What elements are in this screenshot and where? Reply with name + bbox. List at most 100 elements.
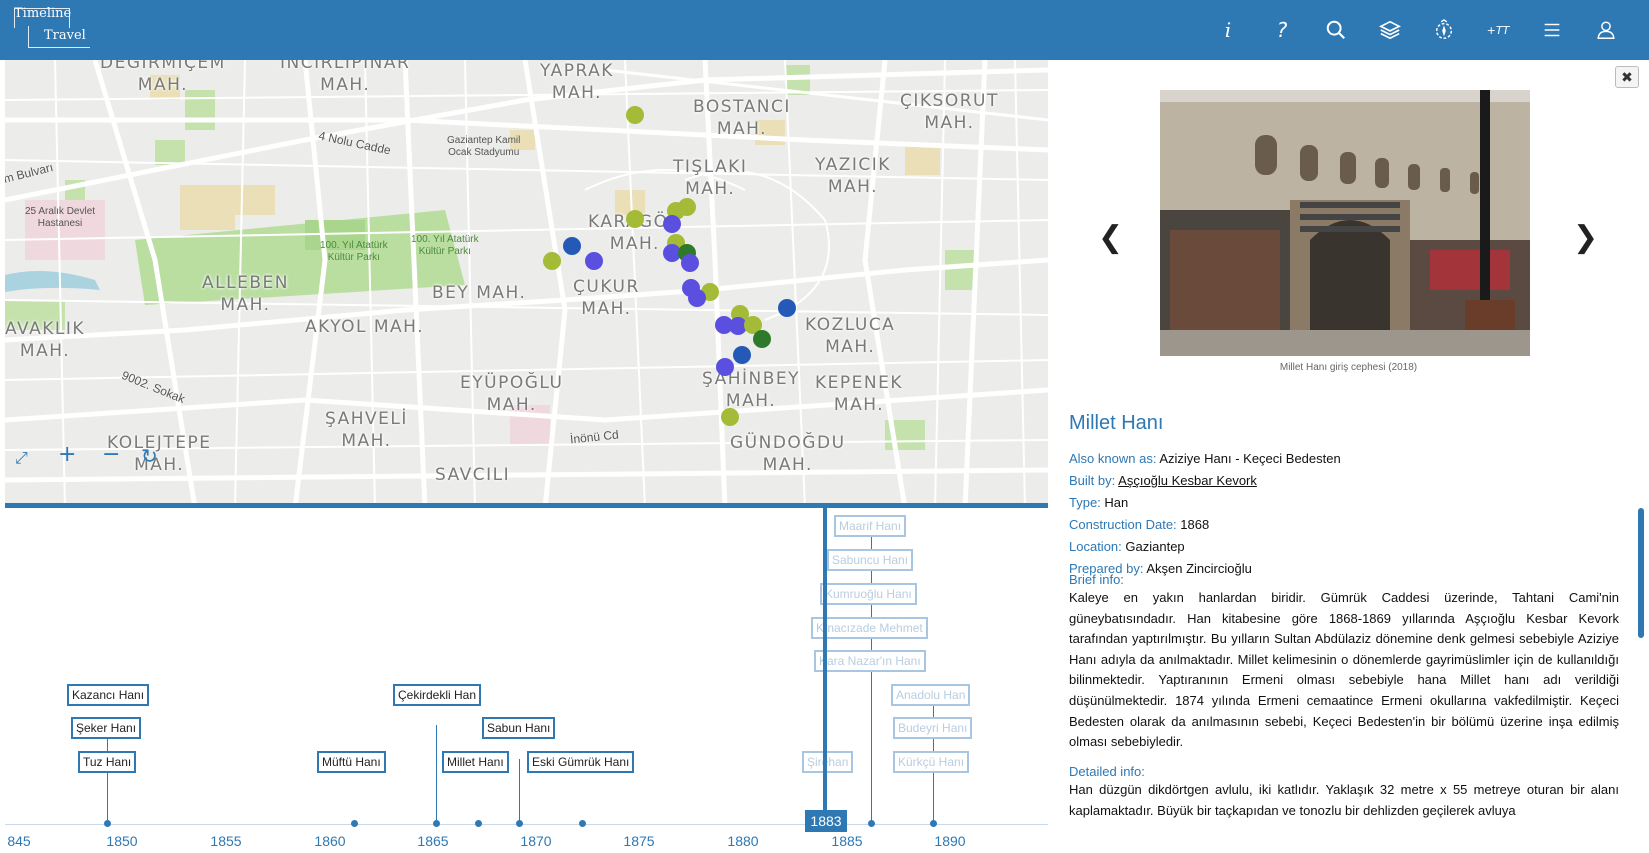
poi-label: 100. Yıl Atatürk Kültür Parkı: [320, 240, 388, 263]
timeline-event[interactable]: Anadolu Han: [891, 684, 971, 706]
nav-icons: i ? +TT: [1201, 0, 1633, 60]
panel-scrollbar[interactable]: [1638, 508, 1644, 638]
timeline-event[interactable]: Çekirdekli Han: [393, 684, 482, 706]
timeline-event[interactable]: Kumruoğlu Hanı: [820, 583, 917, 605]
aka-label: Also known as:: [1069, 451, 1157, 466]
construction-date-label: Construction Date:: [1069, 517, 1177, 532]
neighborhood-label: TIŞLAKI MAH.: [673, 157, 748, 199]
timeline-event[interactable]: Şirehan: [802, 751, 854, 773]
neighborhood-label: GÜNDOĞDU MAH.: [730, 433, 846, 475]
timeline-event[interactable]: Kınacızade Mehmet: [811, 617, 928, 639]
poi-label: 100. Yıl Atatürk Kültür Parkı: [411, 234, 479, 257]
neighborhood-label: KOZLUCA MAH.: [805, 315, 896, 357]
next-photo-button[interactable]: ❯: [1573, 220, 1598, 255]
info-icon[interactable]: i: [1201, 0, 1255, 60]
type-value: Han: [1104, 495, 1129, 510]
rotate-icon[interactable]: ↻: [141, 444, 158, 468]
top-navbar: Timeline Travel i ? +TT: [0, 0, 1649, 60]
search-icon[interactable]: [1309, 0, 1363, 60]
expand-icon[interactable]: ⤢: [15, 448, 28, 468]
timeline-event[interactable]: Budeyri Hanı: [893, 717, 973, 739]
map-view[interactable]: DEĞİRMİÇEM MAH. İNCİRLİPINAR MAH. YAPRAK…: [5, 60, 1048, 508]
timeline-event[interactable]: Kara Nazar'ın Hanı: [814, 650, 926, 672]
brief-info-text: Kaleye en yakın hanlardan biridir. Gümrü…: [1069, 590, 1619, 750]
timeline[interactable]: 845 1850 1855 1860 1865 1870 1875 1880 1…: [5, 508, 1048, 853]
map-marker[interactable]: [663, 215, 681, 233]
location-value: Gaziantep: [1125, 539, 1185, 554]
year-tick: 1855: [210, 833, 242, 849]
neighborhood-label: ÇIKSORUT MAH.: [900, 91, 999, 133]
building-fields: Also known as: Aziziye Hanı - Keçeci Bed…: [1069, 448, 1341, 580]
neighborhood-label: BOSTANCI MAH.: [693, 97, 791, 139]
timeline-cursor[interactable]: [823, 508, 827, 810]
map-marker[interactable]: [626, 106, 644, 124]
event-dot: [433, 820, 440, 827]
timeline-event[interactable]: Sabuncu Hanı: [827, 549, 914, 571]
map-marker[interactable]: [688, 289, 706, 307]
neighborhood-label: ŞAHİNBEY MAH.: [702, 369, 801, 411]
event-stem: [871, 536, 872, 821]
user-icon[interactable]: [1579, 0, 1633, 60]
type-label: Type:: [1069, 495, 1101, 510]
map-marker[interactable]: [585, 252, 603, 270]
aka-value: Aziziye Hanı - Keçeci Bedesten: [1159, 451, 1341, 466]
menu-icon[interactable]: [1525, 0, 1579, 60]
neighborhood-label: ÇUKUR MAH.: [573, 277, 640, 319]
event-dot: [475, 820, 482, 827]
map-marker[interactable]: [626, 210, 644, 228]
timeline-event[interactable]: Müftü Hanı: [317, 751, 386, 773]
detailed-info-heading: Detailed info:: [1069, 764, 1145, 779]
map-marker[interactable]: [563, 237, 581, 255]
map-marker[interactable]: [778, 299, 796, 317]
neighborhood-label: İNCİRLİPINAR MAH.: [280, 60, 411, 95]
year-tick: 1850: [106, 833, 138, 849]
year-tick: 1860: [314, 833, 346, 849]
zoom-in-icon[interactable]: +: [58, 442, 76, 467]
map-marker[interactable]: [678, 198, 696, 216]
zoom-out-icon[interactable]: −: [102, 442, 120, 467]
neighborhood-label: KEPENEK MAH.: [815, 373, 903, 415]
prev-photo-button[interactable]: ❮: [1098, 220, 1123, 255]
timeline-axis: [5, 824, 1048, 825]
map-marker[interactable]: [716, 358, 734, 376]
neighborhood-label: YAPRAK MAH.: [540, 61, 614, 103]
timeline-event[interactable]: Maarif Hanı: [834, 515, 907, 537]
map-marker[interactable]: [753, 330, 771, 348]
timeline-event[interactable]: Tuz Hanı: [78, 751, 137, 773]
year-tick: 1880: [727, 833, 759, 849]
neighborhood-label: BEY MAH.: [432, 283, 527, 303]
timeline-event[interactable]: Millet Hanı: [442, 751, 509, 773]
timeline-event[interactable]: Eski Gümrük Hanı: [527, 751, 635, 773]
event-dot: [930, 820, 937, 827]
year-tick: 1885: [831, 833, 863, 849]
map-marker[interactable]: [721, 408, 739, 426]
detailed-info-text: Han düzgün dikdörtgen avlulu, iki katlıd…: [1069, 782, 1619, 818]
compass-icon[interactable]: [1417, 0, 1471, 60]
timeline-event[interactable]: Sabun Hanı: [482, 717, 556, 739]
close-button[interactable]: ✖: [1615, 66, 1639, 88]
poi-label: 25 Aralık Devlet Hastanesi: [25, 206, 96, 229]
year-tick: 1875: [623, 833, 655, 849]
layers-icon[interactable]: [1363, 0, 1417, 60]
event-dot: [104, 820, 111, 827]
timeline-event[interactable]: Kürkçü Hanı: [893, 751, 970, 773]
neighborhood-label: SAVCILI: [435, 465, 511, 485]
construction-date-value: 1868: [1180, 517, 1210, 532]
event-dot: [868, 820, 875, 827]
map-marker[interactable]: [543, 252, 561, 270]
year-tick: 1870: [520, 833, 552, 849]
built-by-link[interactable]: Aşçıoğlu Kesbar Kevork: [1118, 473, 1257, 488]
current-year-badge[interactable]: 1883: [805, 810, 847, 832]
year-tick: 1865: [417, 833, 449, 849]
help-icon[interactable]: ?: [1255, 0, 1309, 60]
map-marker[interactable]: [681, 254, 699, 272]
timeline-event[interactable]: Şeker Hanı: [71, 717, 142, 739]
year-tick: 1890: [934, 833, 966, 849]
map-marker[interactable]: [733, 346, 751, 364]
text-size-icon[interactable]: +TT: [1471, 0, 1525, 60]
neighborhood-label: ŞAHVELİ MAH.: [325, 409, 408, 451]
building-title: Millet Hanı: [1069, 412, 1164, 434]
app-logo[interactable]: Timeline Travel: [14, 6, 114, 50]
event-dot: [351, 820, 358, 827]
timeline-event[interactable]: Kazancı Hanı: [67, 684, 150, 706]
